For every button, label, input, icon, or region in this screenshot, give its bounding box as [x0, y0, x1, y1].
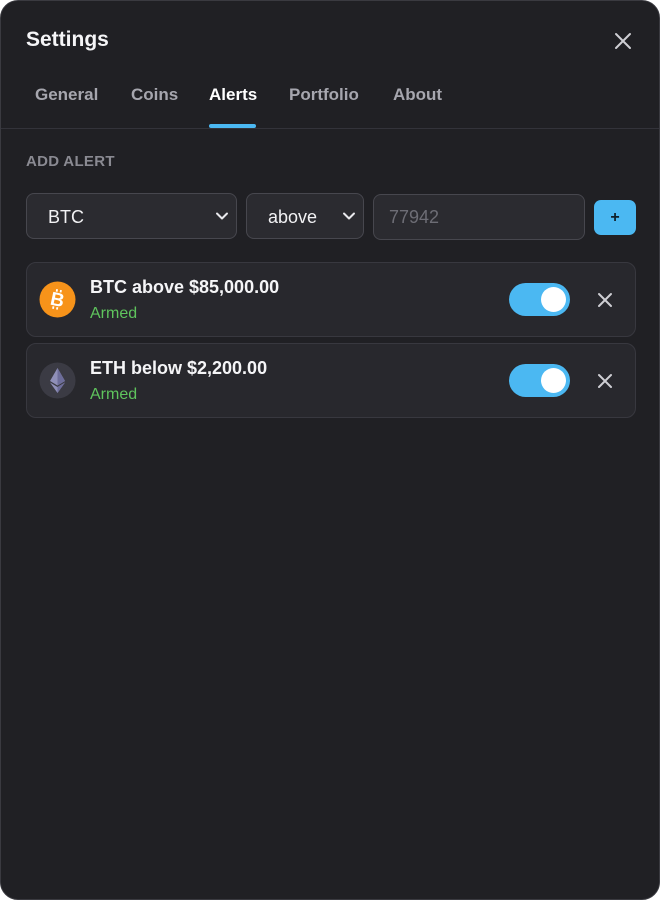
coin-select-value: BTC — [48, 207, 84, 227]
alert-title: BTC above $85,000.00 — [90, 277, 280, 297]
tab-coins[interactable]: Coins — [131, 85, 178, 105]
alert-item: B BTC above $85,000.00 Armed — [26, 262, 636, 337]
bitcoin-icon: B — [39, 281, 76, 318]
remove-alert-button[interactable] — [592, 368, 618, 394]
remove-alert-button[interactable] — [592, 287, 618, 313]
coin-select[interactable]: BTC — [26, 193, 237, 239]
chevron-down-icon — [216, 212, 228, 220]
window-title: Settings — [26, 28, 109, 51]
close-icon — [598, 374, 612, 388]
active-tab-indicator — [209, 124, 256, 128]
alert-enabled-toggle[interactable] — [509, 283, 570, 316]
tab-bar: General Coins Alerts Portfolio About — [1, 71, 659, 129]
chevron-down-icon — [343, 212, 355, 220]
tab-alerts[interactable]: Alerts — [209, 85, 257, 105]
tab-about[interactable]: About — [393, 85, 442, 105]
tab-portfolio[interactable]: Portfolio — [289, 85, 359, 105]
toggle-knob — [541, 368, 566, 393]
alert-status: Armed — [90, 305, 138, 322]
close-button[interactable] — [609, 27, 637, 55]
price-input[interactable] — [373, 194, 585, 240]
close-icon — [615, 33, 631, 49]
condition-select-value: above — [268, 207, 318, 227]
alert-title: ETH below $2,200.00 — [90, 358, 268, 378]
alert-status: Armed — [90, 386, 138, 403]
tab-general[interactable]: General — [35, 85, 98, 105]
close-icon — [598, 293, 612, 307]
add-alert-heading: ADD ALERT — [26, 153, 115, 170]
ethereum-icon — [39, 362, 76, 399]
condition-select[interactable]: above — [246, 193, 364, 239]
add-alert-button[interactable]: + — [594, 200, 636, 235]
settings-window: Settings General Coins Alerts Portfolio … — [0, 0, 660, 900]
alert-item: ETH below $2,200.00 Armed — [26, 343, 636, 418]
alert-enabled-toggle[interactable] — [509, 364, 570, 397]
toggle-knob — [541, 287, 566, 312]
